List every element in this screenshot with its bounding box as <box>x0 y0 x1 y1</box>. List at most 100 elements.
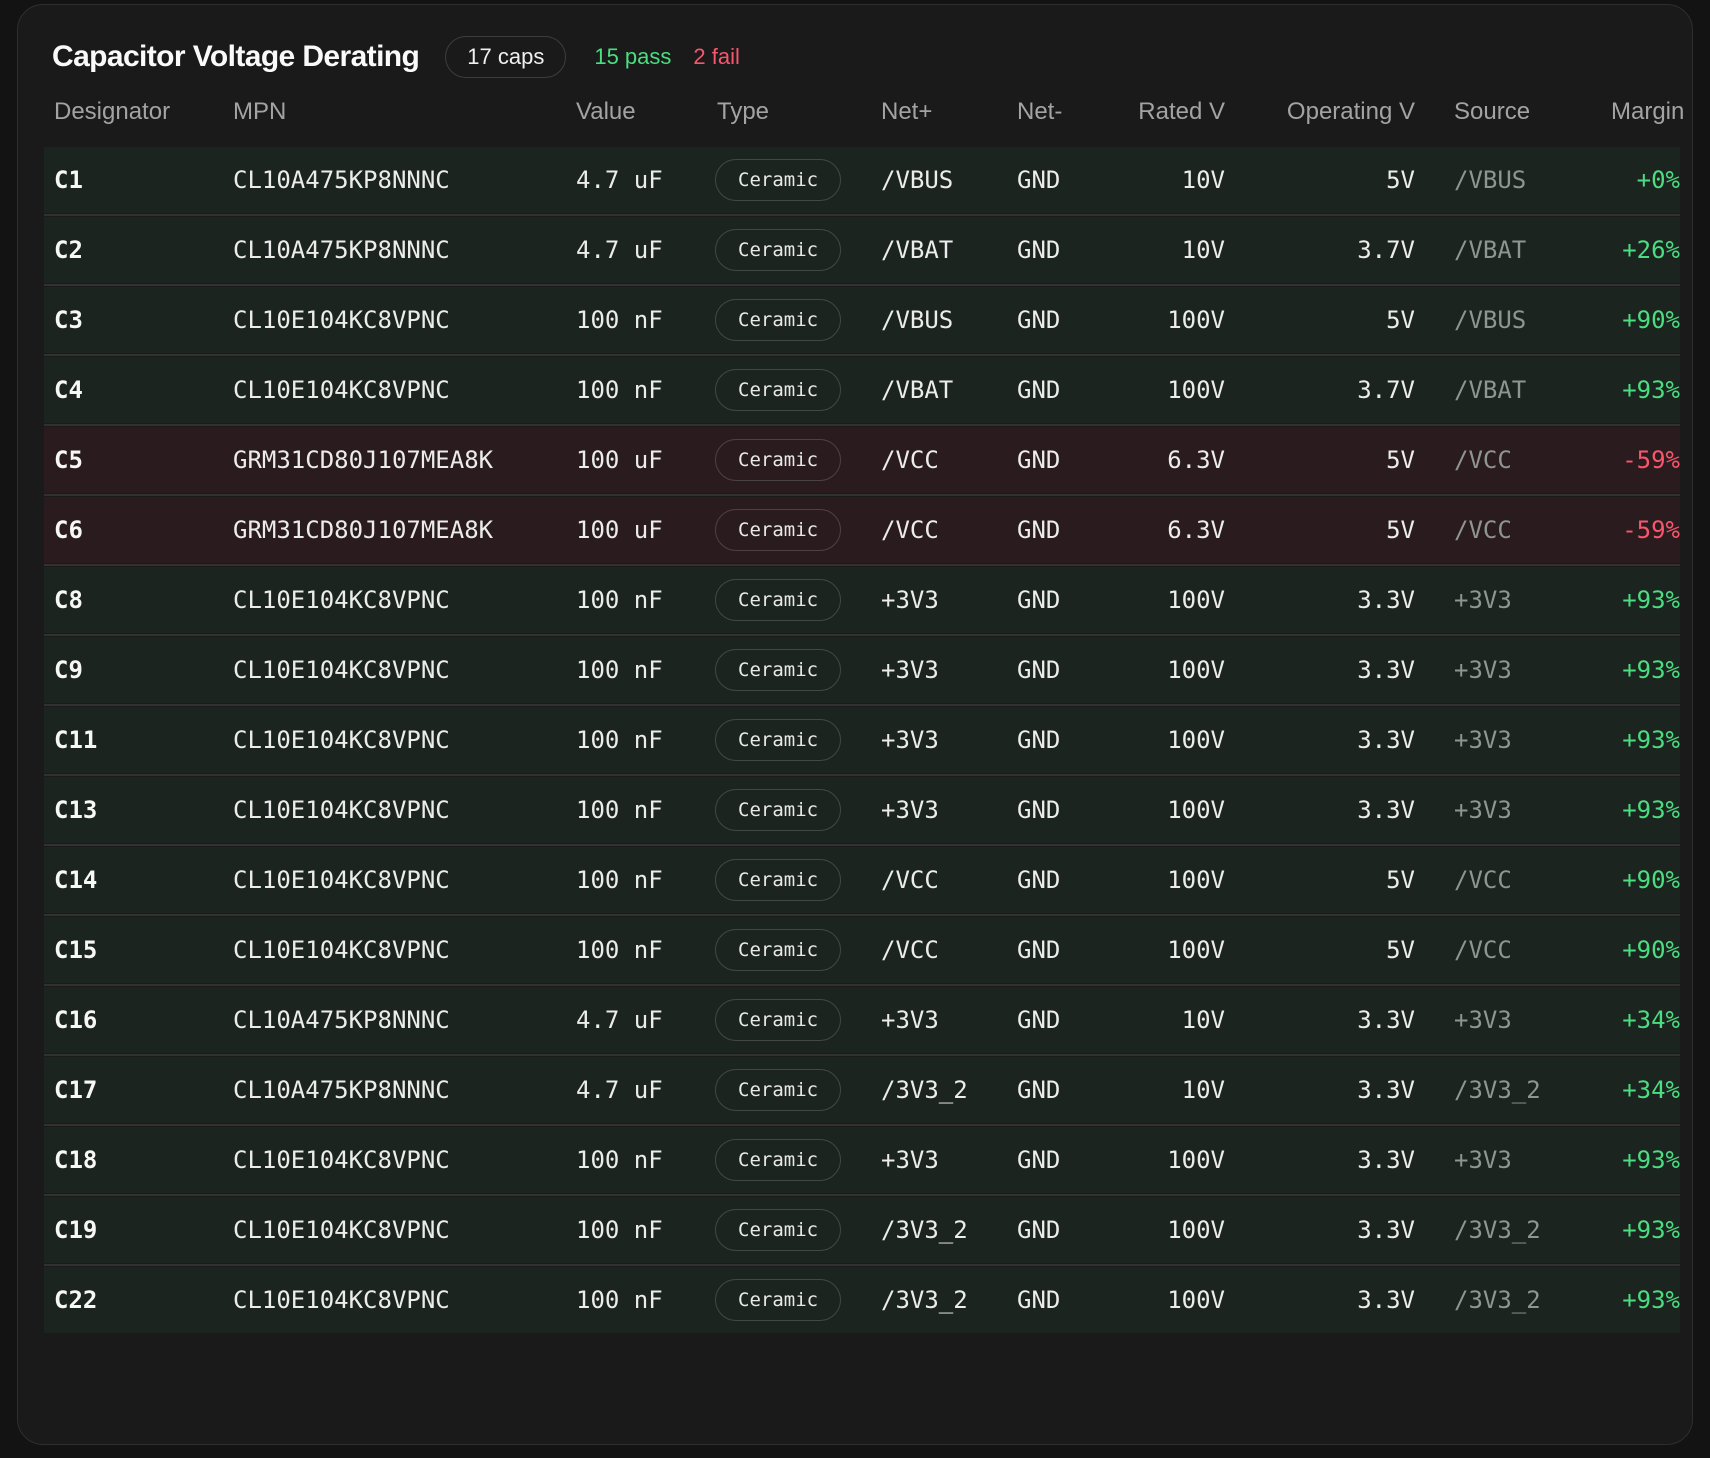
cell-type: Ceramic <box>709 567 875 633</box>
type-badge: Ceramic <box>715 509 841 551</box>
cell-rated_v: 100V <box>1131 567 1225 633</box>
cell-margin: -59% <box>1611 497 1680 563</box>
cell-type: Ceramic <box>709 1267 875 1333</box>
cell-margin: +90% <box>1611 287 1680 353</box>
cell-rated_v: 100V <box>1131 1127 1225 1193</box>
cell-source: +3V3 <box>1415 1127 1611 1193</box>
table-row: C6GRM31CD80J107MEA8K100 uFCeramic/VCCGND… <box>44 497 1680 563</box>
column-header-net_pos: Net+ <box>875 97 1011 127</box>
table-row: C16CL10A475KP8NNNC4.7 uFCeramic+3V3GND10… <box>44 987 1680 1053</box>
cell-rated_v: 10V <box>1131 987 1225 1053</box>
cell-value: 4.7 uF <box>570 987 709 1053</box>
table-row: C17CL10A475KP8NNNC4.7 uFCeramic/3V3_2GND… <box>44 1057 1680 1123</box>
cell-designator: C9 <box>44 637 226 703</box>
cell-net_neg: GND <box>1011 147 1131 213</box>
type-badge: Ceramic <box>715 649 841 691</box>
cell-designator: C3 <box>44 287 226 353</box>
cell-operating_v: 3.3V <box>1225 707 1415 773</box>
cell-operating_v: 3.3V <box>1225 987 1415 1053</box>
cell-source: /VBUS <box>1415 147 1611 213</box>
type-badge: Ceramic <box>715 439 841 481</box>
cell-net_neg: GND <box>1011 1127 1131 1193</box>
table-row: C1CL10A475KP8NNNC4.7 uFCeramic/VBUSGND10… <box>44 147 1680 213</box>
cell-type: Ceramic <box>709 707 875 773</box>
cell-source: /VCC <box>1415 427 1611 493</box>
cell-rated_v: 6.3V <box>1131 497 1225 563</box>
cell-mpn: CL10E104KC8VPNC <box>226 567 570 633</box>
cell-type: Ceramic <box>709 1127 875 1193</box>
cell-mpn: CL10A475KP8NNNC <box>226 1057 570 1123</box>
cell-designator: C13 <box>44 777 226 843</box>
cell-operating_v: 3.3V <box>1225 1057 1415 1123</box>
cell-source: +3V3 <box>1415 707 1611 773</box>
cell-designator: C11 <box>44 707 226 773</box>
cell-net_neg: GND <box>1011 1057 1131 1123</box>
cell-net_pos: /VBUS <box>875 287 1011 353</box>
type-badge: Ceramic <box>715 999 841 1041</box>
cell-rated_v: 10V <box>1131 1057 1225 1123</box>
cell-type: Ceramic <box>709 637 875 703</box>
cell-mpn: CL10E104KC8VPNC <box>226 287 570 353</box>
type-badge: Ceramic <box>715 159 841 201</box>
table-row: C15CL10E104KC8VPNC100 nFCeramic/VCCGND10… <box>44 917 1680 983</box>
cell-type: Ceramic <box>709 497 875 563</box>
cell-net_neg: GND <box>1011 637 1131 703</box>
cell-net_neg: GND <box>1011 1267 1131 1333</box>
cell-value: 100 nF <box>570 1127 709 1193</box>
cell-net_neg: GND <box>1011 567 1131 633</box>
cell-rated_v: 100V <box>1131 777 1225 843</box>
cell-margin: +93% <box>1611 637 1680 703</box>
cell-net_pos: /3V3_2 <box>875 1057 1011 1123</box>
cell-value: 4.7 uF <box>570 217 709 283</box>
cell-rated_v: 100V <box>1131 357 1225 423</box>
cell-value: 4.7 uF <box>570 147 709 213</box>
cell-operating_v: 5V <box>1225 847 1415 913</box>
table-row: C9CL10E104KC8VPNC100 nFCeramic+3V3GND100… <box>44 637 1680 703</box>
column-header-net_neg: Net- <box>1011 97 1131 127</box>
cell-source: /VBAT <box>1415 357 1611 423</box>
cell-mpn: GRM31CD80J107MEA8K <box>226 427 570 493</box>
cell-designator: C17 <box>44 1057 226 1123</box>
cell-net_neg: GND <box>1011 287 1131 353</box>
cell-value: 100 nF <box>570 357 709 423</box>
cell-net_pos: /VCC <box>875 917 1011 983</box>
cell-mpn: CL10E104KC8VPNC <box>226 357 570 423</box>
cell-rated_v: 100V <box>1131 707 1225 773</box>
cell-net_pos: +3V3 <box>875 1127 1011 1193</box>
table-row: C14CL10E104KC8VPNC100 nFCeramic/VCCGND10… <box>44 847 1680 913</box>
cell-value: 100 nF <box>570 917 709 983</box>
cell-source: /VBAT <box>1415 217 1611 283</box>
cell-type: Ceramic <box>709 357 875 423</box>
cell-net_neg: GND <box>1011 777 1131 843</box>
cell-source: /VBUS <box>1415 287 1611 353</box>
cell-type: Ceramic <box>709 427 875 493</box>
cell-net_pos: +3V3 <box>875 637 1011 703</box>
cell-net_pos: /VBAT <box>875 217 1011 283</box>
table-row: C5GRM31CD80J107MEA8K100 uFCeramic/VCCGND… <box>44 427 1680 493</box>
cell-mpn: CL10A475KP8NNNC <box>226 147 570 213</box>
cell-value: 100 nF <box>570 637 709 703</box>
column-header-value: Value <box>570 97 709 127</box>
type-badge: Ceramic <box>715 1279 841 1321</box>
table-header-row: DesignatorMPNValueTypeNet+Net-Rated VOpe… <box>44 97 1680 127</box>
cell-rated_v: 10V <box>1131 217 1225 283</box>
table-row: C11CL10E104KC8VPNC100 nFCeramic+3V3GND10… <box>44 707 1680 773</box>
cell-operating_v: 3.3V <box>1225 567 1415 633</box>
cell-net_neg: GND <box>1011 427 1131 493</box>
cell-value: 100 nF <box>570 567 709 633</box>
cell-operating_v: 5V <box>1225 917 1415 983</box>
cell-designator: C5 <box>44 427 226 493</box>
table-body: C1CL10A475KP8NNNC4.7 uFCeramic/VBUSGND10… <box>44 147 1680 1333</box>
cell-mpn: CL10E104KC8VPNC <box>226 917 570 983</box>
type-badge: Ceramic <box>715 1209 841 1251</box>
column-header-mpn: MPN <box>226 97 570 127</box>
column-header-type: Type <box>709 97 875 127</box>
cell-rated_v: 100V <box>1131 287 1225 353</box>
cell-net_pos: +3V3 <box>875 567 1011 633</box>
cell-mpn: CL10E104KC8VPNC <box>226 707 570 773</box>
cell-type: Ceramic <box>709 777 875 843</box>
column-header-source: Source <box>1415 97 1611 127</box>
cell-net_pos: +3V3 <box>875 777 1011 843</box>
cell-margin: +93% <box>1611 1127 1680 1193</box>
cell-mpn: CL10E104KC8VPNC <box>226 1197 570 1263</box>
